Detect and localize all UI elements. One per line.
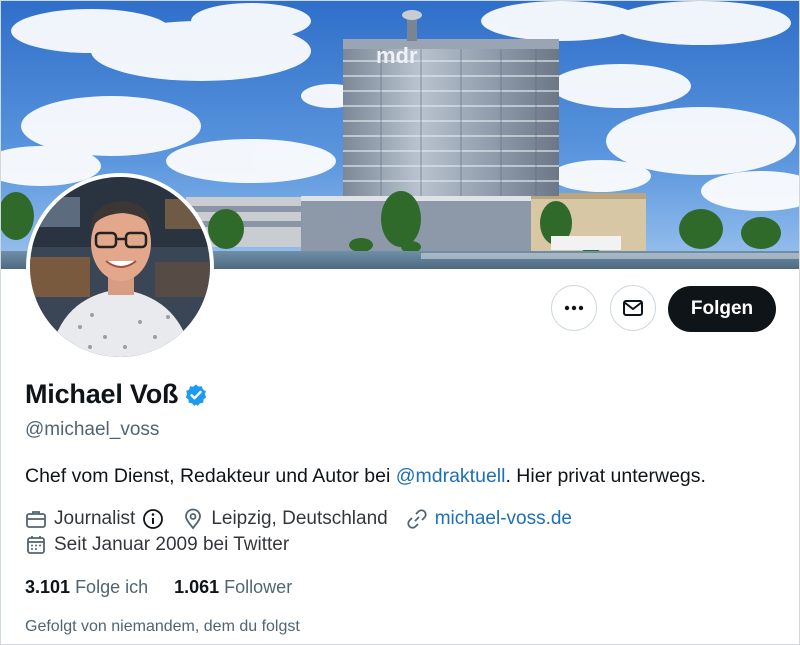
more-icon — [564, 305, 584, 311]
follow-button[interactable]: Folgen — [668, 286, 776, 332]
message-button[interactable] — [610, 285, 656, 331]
user-handle: @michael_voss — [25, 419, 160, 440]
following-label: Folge ich — [75, 577, 149, 597]
profile-card: mdr Folgen Michael Voß @michael_voss Che… — [0, 0, 800, 645]
info-icon[interactable] — [142, 508, 164, 530]
category-item: Journalist — [25, 508, 164, 530]
verified-icon[interactable] — [184, 383, 208, 407]
category-label: Journalist — [54, 508, 136, 529]
following-count-link[interactable]: 3.101 Folge ich — [25, 577, 148, 598]
website-item[interactable]: michael-voss.de — [406, 508, 572, 530]
banner-building-logo: mdr — [376, 43, 418, 68]
bio-text-suffix: . Hier privat unterwegs. — [505, 465, 706, 487]
profile-avatar[interactable] — [26, 173, 214, 361]
following-count: 3.101 — [25, 577, 71, 597]
link-icon — [407, 509, 427, 529]
followed-by-text: Gefolgt von niemandem, dem du folgst — [25, 618, 300, 635]
followers-count-link[interactable]: 1.061 Follower — [174, 577, 292, 598]
profile-meta-row: Journalist Leipzig, Deutschland michael-… — [25, 508, 590, 530]
mail-icon — [623, 300, 643, 316]
more-options-button[interactable] — [551, 285, 597, 331]
bio-mention-link[interactable]: @mdraktuell — [396, 465, 506, 487]
website-link[interactable]: michael-voss.de — [435, 508, 572, 530]
bio-text-prefix: Chef vom Dienst, Redakteur und Autor bei — [25, 465, 396, 487]
location-item: Leipzig, Deutschland — [182, 508, 388, 530]
display-name: Michael Voß — [25, 379, 179, 409]
followers-count: 1.061 — [174, 577, 220, 597]
followers-label: Follower — [224, 577, 293, 597]
profile-bio: Chef vom Dienst, Redakteur und Autor bei… — [25, 465, 706, 488]
follow-counts: 3.101 Folge ich 1.061 Follower — [25, 577, 318, 598]
location-label: Leipzig, Deutschland — [211, 508, 388, 529]
joined-item: Seit Januar 2009 bei Twitter — [25, 534, 289, 556]
calendar-icon — [27, 536, 45, 554]
location-icon — [185, 508, 202, 530]
joined-label: Seit Januar 2009 bei Twitter — [54, 534, 290, 555]
name-row: Michael Voß — [25, 379, 208, 410]
joined-row: Seit Januar 2009 bei Twitter — [25, 534, 307, 556]
briefcase-icon — [26, 511, 46, 528]
